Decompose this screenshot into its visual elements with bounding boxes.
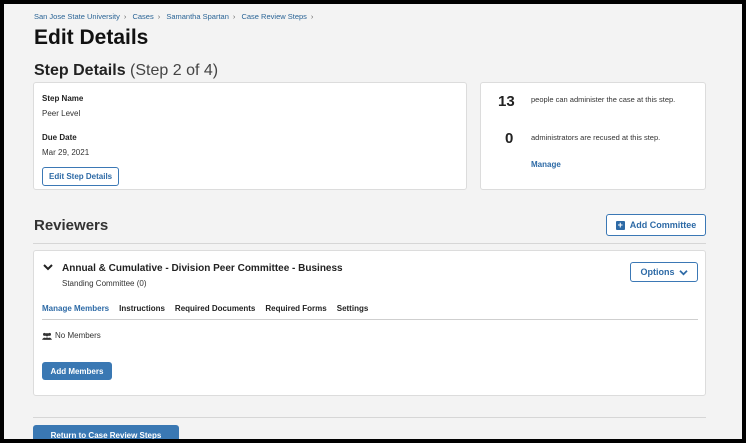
add-members-button[interactable]: Add Members xyxy=(42,362,112,380)
due-date-label: Due Date xyxy=(42,133,77,142)
reviewers-divider xyxy=(33,243,706,244)
administrators-card: 13 people can administer the case at thi… xyxy=(480,82,706,190)
recused-count-text: administrators are recused at this step. xyxy=(531,133,661,142)
no-members-text: No Members xyxy=(55,331,101,340)
step-details-title: Step Details xyxy=(34,62,126,79)
tab-required-forms[interactable]: Required Forms xyxy=(265,304,326,313)
users-icon xyxy=(42,332,52,340)
tab-settings[interactable]: Settings xyxy=(337,304,369,313)
committee-card: Annual & Cumulative - Division Peer Comm… xyxy=(33,250,706,396)
app-window: San Jose State University › Cases › Samant… xyxy=(4,4,742,439)
breadcrumb: San Jose State University › Cases › Samant… xyxy=(34,12,314,21)
chevron-down-icon xyxy=(678,269,688,275)
page-title: Edit Details xyxy=(34,26,149,49)
tabs-divider xyxy=(42,319,698,320)
tab-required-documents[interactable]: Required Documents xyxy=(175,304,255,313)
step-count: (Step 2 of 4) xyxy=(130,62,219,79)
breadcrumb-item-university[interactable]: San Jose State University xyxy=(34,12,120,21)
add-committee-label: Add Committee xyxy=(629,220,697,230)
no-members-notice: No Members xyxy=(42,331,101,340)
add-committee-button[interactable]: + Add Committee xyxy=(606,214,706,236)
options-label: Options xyxy=(640,267,675,277)
breadcrumb-item-cases[interactable]: Cases xyxy=(132,12,153,21)
step-name-value: Peer Level xyxy=(42,109,81,118)
tab-manage-members[interactable]: Manage Members xyxy=(42,304,109,313)
committee-name: Annual & Cumulative - Division Peer Comm… xyxy=(62,263,343,274)
plus-icon: + xyxy=(615,219,625,230)
committee-type: Standing Committee (0) xyxy=(62,279,147,288)
admin-count-text: people can administer the case at this s… xyxy=(531,95,676,104)
admin-count: 13 xyxy=(498,93,515,110)
chevron-down-icon[interactable] xyxy=(43,263,53,274)
step-details-heading: Step Details (Step 2 of 4) xyxy=(34,62,218,80)
footer-divider xyxy=(33,417,706,418)
edit-step-details-button[interactable]: Edit Step Details xyxy=(42,167,120,186)
reviewers-heading: Reviewers xyxy=(34,217,109,234)
breadcrumb-item-review-steps[interactable]: Case Review Steps xyxy=(241,12,306,21)
step-name-label: Step Name xyxy=(42,94,84,103)
tab-instructions[interactable]: Instructions xyxy=(119,304,165,313)
committee-tabs: Manage Members Instructions Required Doc… xyxy=(42,304,368,313)
return-to-case-review-steps-button[interactable]: Return to Case Review Steps xyxy=(33,425,179,439)
recused-count: 0 xyxy=(505,130,514,147)
breadcrumb-item-candidate[interactable]: Samantha Spartan xyxy=(166,12,229,21)
step-details-card: Step Name Peer Level Due Date Mar 29, 20… xyxy=(33,82,467,190)
manage-link[interactable]: Manage xyxy=(531,160,561,169)
due-date-value: Mar 29, 2021 xyxy=(42,148,90,157)
options-button[interactable]: Options xyxy=(630,262,698,282)
